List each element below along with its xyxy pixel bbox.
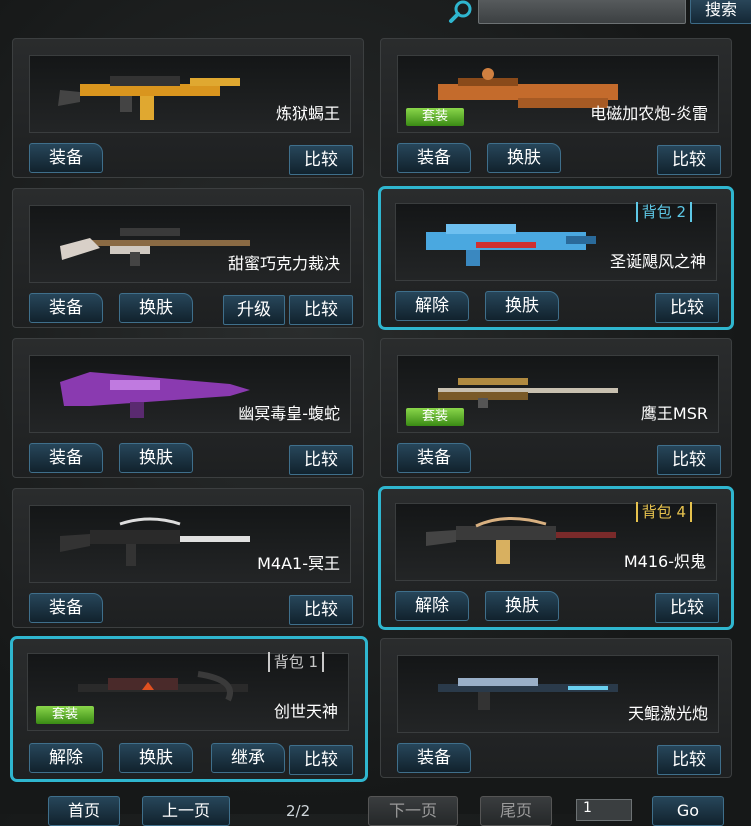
- unequip-button[interactable]: 解除: [395, 291, 469, 321]
- weapon-display: 幽冥毒皇-蝮蛇: [29, 355, 351, 433]
- equip-button[interactable]: 装备: [397, 143, 471, 173]
- compare-button[interactable]: 比较: [657, 145, 721, 175]
- last-page-button[interactable]: 尾页: [480, 796, 552, 826]
- compare-button[interactable]: 比较: [289, 445, 353, 475]
- weapon-image: [60, 372, 250, 418]
- weapon-display: 甜蜜巧克力裁决: [29, 205, 351, 283]
- weapon-image: [60, 228, 250, 266]
- compare-button[interactable]: 比较: [655, 593, 719, 623]
- search-input[interactable]: [478, 0, 686, 24]
- weapon-display: M4A1-冥王: [29, 505, 351, 583]
- weapon-image: [438, 678, 618, 710]
- unequip-button[interactable]: 解除: [29, 743, 103, 773]
- skin-button[interactable]: 换肤: [119, 443, 193, 473]
- compare-button[interactable]: 比较: [657, 745, 721, 775]
- weapon-name: 圣诞飓风之神: [609, 252, 706, 271]
- weapon-card[interactable]: 炼狱蝎王 装备 比较: [12, 38, 364, 178]
- weapon-card[interactable]: 套装 电磁加农炮-炎雷 装备 换肤 比较: [380, 38, 732, 178]
- equip-button[interactable]: 装备: [29, 143, 103, 173]
- compare-button[interactable]: 比较: [289, 145, 353, 175]
- suit-tag: 套装: [36, 706, 94, 724]
- skin-button[interactable]: 换肤: [119, 743, 193, 773]
- weapon-display: 套装 电磁加农炮-炎雷: [397, 55, 719, 133]
- go-button[interactable]: Go: [652, 796, 724, 826]
- weapon-image: [426, 516, 616, 564]
- weapon-name: 电磁加农炮-炎雷: [590, 104, 708, 123]
- skin-button[interactable]: 换肤: [485, 291, 559, 321]
- compare-button[interactable]: 比较: [289, 745, 353, 775]
- weapon-card-selected[interactable]: 背包 1 套装 创世天神 解除 换肤 继承 比较: [10, 636, 368, 782]
- weapon-name: M4A1-冥王: [257, 554, 340, 573]
- equip-button[interactable]: 装备: [397, 743, 471, 773]
- weapon-name: 鹰王MSR: [640, 404, 708, 423]
- weapon-name: 天鲲激光炮: [627, 704, 708, 723]
- equip-button[interactable]: 装备: [29, 293, 103, 323]
- backpack-tag: 背包 2: [635, 202, 692, 222]
- weapon-image: [58, 76, 240, 120]
- weapon-display: 背包 4 M416-炽鬼: [395, 502, 717, 581]
- compare-button[interactable]: 比较: [655, 293, 719, 323]
- weapon-display: 套装 鹰王MSR: [397, 355, 719, 433]
- weapon-card-selected[interactable]: 背包 2 圣诞飓风之神 解除 换肤 比较: [378, 186, 734, 330]
- weapon-display: 炼狱蝎王: [29, 55, 351, 133]
- skin-button[interactable]: 换肤: [119, 293, 193, 323]
- weapon-name: M416-炽鬼: [623, 552, 706, 571]
- equip-button[interactable]: 装备: [29, 593, 103, 623]
- backpack-tag: 背包 1: [267, 652, 324, 672]
- next-page-button[interactable]: 下一页: [368, 796, 458, 826]
- search-icon: [449, 0, 472, 23]
- prev-page-button[interactable]: 上一页: [142, 796, 230, 826]
- equip-button[interactable]: 装备: [397, 443, 471, 473]
- backpack-tag: 背包 4: [635, 502, 692, 522]
- weapon-display: 背包 1 套装 创世天神: [27, 652, 349, 731]
- weapon-image: [60, 517, 250, 566]
- weapon-image: [426, 224, 596, 266]
- compare-button[interactable]: 比较: [657, 445, 721, 475]
- weapon-card[interactable]: 天鲲激光炮 装备 比较: [380, 638, 732, 778]
- suit-tag: 套装: [406, 108, 464, 126]
- suit-tag: 套装: [406, 408, 464, 426]
- weapon-name: 炼狱蝎王: [275, 104, 340, 123]
- page-indicator: 2/2: [286, 802, 311, 820]
- weapon-display: 背包 2 圣诞飓风之神: [395, 202, 717, 281]
- unequip-button[interactable]: 解除: [395, 591, 469, 621]
- page-number-input[interactable]: 1: [576, 799, 632, 821]
- compare-button[interactable]: 比较: [289, 295, 353, 325]
- weapon-card[interactable]: M4A1-冥王 装备 比较: [12, 488, 364, 628]
- first-page-button[interactable]: 首页: [48, 796, 120, 826]
- skin-button[interactable]: 换肤: [485, 591, 559, 621]
- weapon-card-selected[interactable]: 背包 4 M416-炽鬼 解除 换肤 比较: [378, 486, 734, 630]
- compare-button[interactable]: 比较: [289, 595, 353, 625]
- top-bar: 搜索: [0, 0, 751, 30]
- weapon-name: 幽冥毒皇-蝮蛇: [238, 404, 340, 423]
- equip-button[interactable]: 装备: [29, 443, 103, 473]
- upgrade-button[interactable]: 升级: [223, 295, 285, 325]
- weapon-card[interactable]: 套装 鹰王MSR 装备 比较: [380, 338, 732, 478]
- weapon-display: 天鲲激光炮: [397, 655, 719, 733]
- search-button[interactable]: 搜索: [690, 0, 751, 24]
- skin-button[interactable]: 换肤: [487, 143, 561, 173]
- weapon-name: 甜蜜巧克力裁决: [227, 254, 340, 273]
- weapon-name: 创世天神: [273, 702, 338, 721]
- weapon-card[interactable]: 甜蜜巧克力裁决 装备 换肤 升级 比较: [12, 188, 364, 328]
- inherit-button[interactable]: 继承: [211, 743, 285, 773]
- weapon-card[interactable]: 幽冥毒皇-蝮蛇 装备 换肤 比较: [12, 338, 364, 478]
